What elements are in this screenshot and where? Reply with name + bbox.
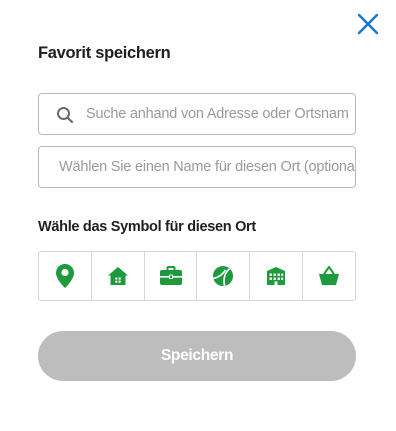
home-icon (107, 267, 128, 285)
symbol-option-building[interactable] (250, 252, 304, 300)
symbol-option-work[interactable] (145, 252, 198, 300)
symbol-picker-label: Wähle das Symbol für diesen Ort (38, 219, 256, 235)
symbol-option-location[interactable] (39, 252, 92, 300)
place-name-input[interactable] (59, 147, 355, 187)
location-pin-icon (55, 264, 74, 288)
shopping-basket-icon (319, 266, 340, 285)
ball-icon (213, 266, 234, 286)
dialog-title: Favorit speichern (38, 44, 171, 62)
save-button[interactable]: Speichern (38, 331, 356, 381)
search-input[interactable] (86, 94, 348, 134)
symbol-option-shopping[interactable] (303, 252, 355, 300)
search-icon (57, 107, 74, 124)
building-icon (267, 267, 286, 285)
symbol-option-sport[interactable] (197, 252, 251, 300)
close-button[interactable] (356, 12, 380, 36)
search-field[interactable] (38, 93, 356, 135)
close-icon (357, 13, 379, 35)
save-favorite-dialog: Favorit speichern Wähle das Symbol für d… (0, 0, 396, 431)
symbol-picker (38, 251, 356, 301)
symbol-option-home[interactable] (92, 252, 145, 300)
place-name-field[interactable] (38, 146, 356, 188)
briefcase-icon (159, 266, 182, 285)
